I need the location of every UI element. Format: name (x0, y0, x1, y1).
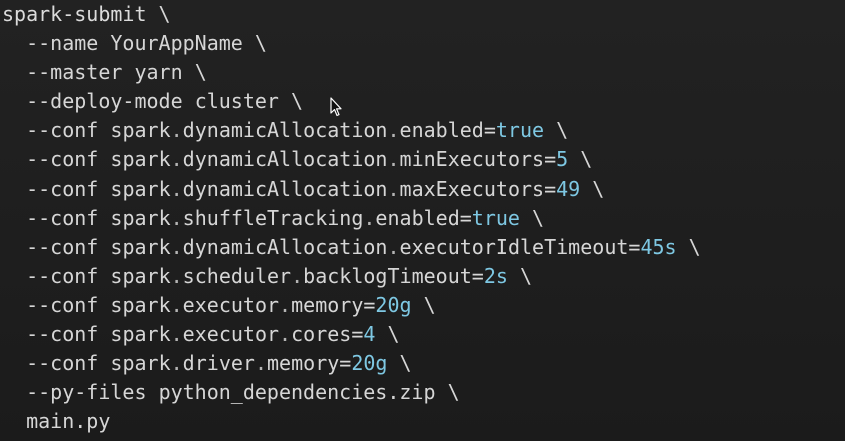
config-key: spark.dynamicAllocation.minExecutors (110, 147, 545, 172)
line-continuation: \ (387, 322, 400, 347)
equals-sign: = (483, 118, 496, 143)
config-value: 49 (556, 176, 581, 201)
code-block[interactable]: spark-submit \ --name YourAppName \ --ma… (2, 0, 701, 436)
option-flag: --conf (26, 292, 99, 317)
option-argument: python_dependencies.zip (158, 380, 436, 405)
option-argument: YourAppName (110, 31, 243, 56)
code-editor[interactable]: spark-submit \ --name YourAppName \ --ma… (0, 0, 845, 441)
line-continuation: \ (592, 176, 605, 201)
option-flag: --master (26, 60, 123, 85)
option-flag: --conf (26, 263, 99, 288)
code-line: --conf spark.dynamicAllocation.minExecut… (2, 145, 701, 174)
line-continuation: \ (532, 205, 545, 230)
line-continuation: \ (399, 351, 412, 376)
equals-sign: = (471, 263, 484, 288)
option-flag: --conf (26, 234, 99, 259)
equals-sign: = (459, 205, 472, 230)
option-flag: --conf (26, 322, 99, 347)
code-line: --conf spark.dynamicAllocation.enabled=t… (2, 116, 701, 145)
option-flag: --name (26, 31, 99, 56)
line-continuation: \ (423, 292, 436, 317)
option-flag: --conf (26, 205, 99, 230)
config-key: spark.dynamicAllocation.executorIdleTime… (110, 234, 629, 259)
code-line: --conf spark.executor.cores=4 \ (2, 320, 701, 349)
code-line: --conf spark.executor.memory=20g \ (2, 291, 701, 320)
option-flag: --conf (26, 147, 99, 172)
config-value: 45s (640, 234, 677, 259)
code-line: --name YourAppName \ (2, 29, 701, 58)
config-value: true (471, 205, 520, 230)
config-value: 2s (483, 263, 508, 288)
option-flag: --deploy-mode (26, 89, 183, 114)
option-flag: --conf (26, 176, 99, 201)
line-continuation: \ (254, 31, 267, 56)
config-key: spark.executor.cores (110, 322, 352, 347)
mouse-pointer-icon (330, 97, 342, 117)
equals-sign: = (351, 322, 364, 347)
equals-sign: = (339, 351, 352, 376)
option-flag: --conf (26, 118, 99, 143)
option-argument: cluster (194, 89, 279, 114)
code-line: --deploy-mode cluster \ (2, 87, 701, 116)
option-flag: --conf (26, 351, 99, 376)
config-value: 5 (556, 147, 569, 172)
line-continuation: \ (447, 380, 460, 405)
code-line: --conf spark.dynamicAllocation.maxExecut… (2, 175, 701, 204)
config-key: spark.dynamicAllocation.maxExecutors (110, 176, 545, 201)
code-line: --conf spark.scheduler.backlogTimeout=2s… (2, 262, 701, 291)
line-continuation: \ (194, 60, 207, 85)
config-key: spark.scheduler.backlogTimeout (110, 263, 472, 288)
config-key: spark.driver.memory (110, 351, 340, 376)
equals-sign: = (363, 292, 376, 317)
line-continuation: \ (556, 118, 569, 143)
code-line: --conf spark.dynamicAllocation.executorI… (2, 233, 701, 262)
line-continuation: \ (580, 147, 593, 172)
code-line: --master yarn \ (2, 58, 701, 87)
code-line: main.py (2, 407, 701, 436)
line-continuation: \ (291, 89, 304, 114)
config-value: 4 (363, 322, 376, 347)
line-continuation: \ (519, 263, 533, 288)
line-continuation: \ (158, 2, 171, 26)
code-line: spark-submit \ (2, 0, 701, 29)
line-continuation: \ (688, 234, 701, 259)
config-value: 20g (375, 292, 412, 317)
config-value: 20g (351, 351, 388, 376)
config-key: spark.dynamicAllocation.enabled (110, 118, 484, 143)
equals-sign: = (628, 234, 641, 259)
config-key: spark.shuffleTracking.enabled (110, 205, 460, 230)
config-key: spark.executor.memory (110, 292, 364, 317)
command-name: spark-submit (2, 2, 147, 26)
config-value: true (495, 118, 545, 143)
option-flag: --py-files (26, 380, 147, 405)
code-line: --conf spark.driver.memory=20g \ (2, 349, 701, 378)
code-line: --py-files python_dependencies.zip \ (2, 378, 701, 407)
option-argument: main.py (26, 409, 111, 434)
option-argument: yarn (134, 60, 183, 85)
equals-sign: = (544, 176, 557, 201)
equals-sign: = (544, 147, 557, 172)
code-line: --conf spark.shuffleTracking.enabled=tru… (2, 204, 701, 233)
